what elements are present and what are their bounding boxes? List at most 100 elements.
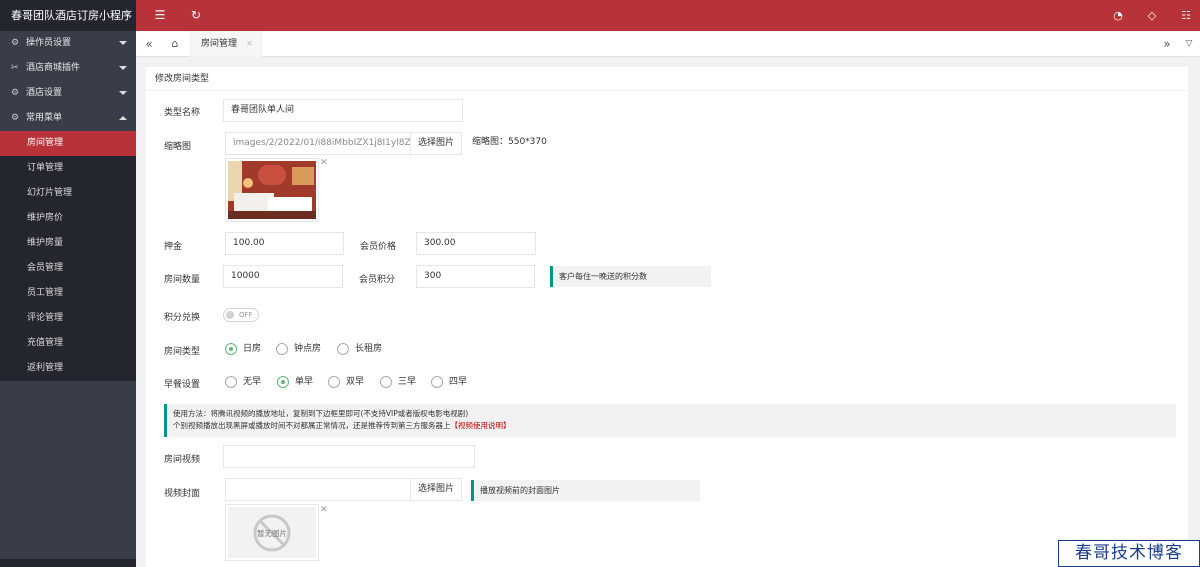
no-image-placeholder: 暂无图片 xyxy=(228,507,316,558)
room-type-long[interactable]: 长租房 xyxy=(337,342,382,358)
sidebar-group-label: 酒店商城插件 xyxy=(26,63,81,73)
home-icon[interactable]: ⌂ xyxy=(164,31,186,57)
tab-rooms[interactable]: 房间管理 ✕ xyxy=(190,31,262,57)
notice-text: 个别视频播放出现黑屏或播放时间不对都属正常情况，还是推荐传到第三方服务器上 xyxy=(173,421,451,430)
cover-path-input[interactable] xyxy=(225,478,411,501)
sidebar-group-label: 常用菜单 xyxy=(26,113,63,123)
refresh-icon[interactable]: ↻ xyxy=(184,0,208,31)
breakfast-single[interactable]: 单早 xyxy=(277,375,313,391)
chevron-down-icon[interactable]: ▽ xyxy=(1178,31,1200,57)
video-usage-notice: 使用方法：将腾讯视频的播放地址，复制到下边框里即可(不支持VIP或者版权电影电视… xyxy=(164,404,1176,437)
type-name-input[interactable]: 春哥团队单人间 xyxy=(223,99,463,122)
room-type-label: 房间类型 xyxy=(164,347,201,357)
member-points-input[interactable]: 300 xyxy=(416,265,535,288)
notice-line-2: 个别视频播放出现黑屏或播放时间不对都属正常情况，还是推荐传到第三方服务器上【视频… xyxy=(173,420,1170,432)
tab-scroll-left-icon[interactable]: « xyxy=(138,31,160,57)
tools-icon: ✂ xyxy=(11,63,19,73)
radio-circle xyxy=(337,342,349,355)
thumb-label: 缩略图 xyxy=(164,142,192,152)
gear-icon: ⚙ xyxy=(11,88,20,98)
form-card: 修改房间类型 类型名称 春哥团队单人间 缩略图 images/2/2022/01… xyxy=(146,67,1188,567)
breakfast-none[interactable]: 无早 xyxy=(225,375,261,391)
sidebar-group-plugins[interactable]: ✂ 酒店商城插件 xyxy=(0,56,136,81)
sidebar-item-prices[interactable]: 维护房价 xyxy=(0,206,136,231)
member-price-input[interactable]: 300.00 xyxy=(416,232,536,255)
tab-scroll-right-icon[interactable]: » xyxy=(1156,31,1178,57)
switch-state: OFF xyxy=(239,311,253,319)
radio-label: 日房 xyxy=(243,344,262,354)
gear-icon: ⚙ xyxy=(11,113,20,123)
points-exchange-switch[interactable]: OFF xyxy=(223,308,259,322)
sidebar-item-reviews[interactable]: 评论管理 xyxy=(0,306,136,331)
radio-label: 长租房 xyxy=(355,344,383,354)
tab-label: 房间管理 xyxy=(201,39,238,49)
watermark: 春哥技术博客 xyxy=(1058,540,1200,567)
radio-label: 四早 xyxy=(449,377,468,387)
radio-circle xyxy=(225,375,237,388)
sidebar-submenu: 房间管理 订单管理 幻灯片管理 维护房价 维护房量 会员管理 员工管理 评论管理… xyxy=(0,131,136,381)
pick-cover-button[interactable]: 选择图片 xyxy=(410,478,462,501)
gear-icon: ⚙ xyxy=(11,38,20,48)
sidebar-group-hotel[interactable]: ⚙ 酒店设置 xyxy=(0,81,136,106)
sidebar-item-staff[interactable]: 员工管理 xyxy=(0,281,136,306)
close-icon[interactable]: ✕ xyxy=(246,31,253,57)
radio-label: 钟点房 xyxy=(294,344,322,354)
chevron-down-icon xyxy=(119,91,127,95)
remove-cover-icon[interactable]: ✕ xyxy=(320,505,328,515)
pick-image-button[interactable]: 选择图片 xyxy=(410,132,462,155)
notice-line-1: 使用方法：将腾讯视频的播放地址，复制到下边框里即可(不支持VIP或者版权电影电视… xyxy=(173,409,469,418)
radio-label: 双早 xyxy=(346,377,365,387)
breakfast-quad[interactable]: 四早 xyxy=(431,375,467,391)
theme-icon[interactable]: ◔ xyxy=(1106,0,1130,31)
sidebar-group-operator[interactable]: ⚙ 操作员设置 xyxy=(0,31,136,56)
sidebar-item-rooms[interactable]: 房间管理 xyxy=(0,131,136,156)
breakfast-double[interactable]: 双早 xyxy=(328,375,364,391)
member-price-label: 会员价格 xyxy=(360,242,397,252)
thumb-path-input[interactable]: images/2/2022/01/i88iMbbIZX1j8I1yl8ZLZm xyxy=(225,132,411,155)
no-image-text: 暂无图片 xyxy=(257,529,287,538)
page-title: 修改房间类型 xyxy=(146,67,1188,91)
deposit-label: 押金 xyxy=(164,242,183,252)
sidebar-item-slides[interactable]: 幻灯片管理 xyxy=(0,181,136,206)
sidebar-group-label: 操作员设置 xyxy=(26,38,72,48)
menu-toggle-icon[interactable]: ☰ xyxy=(148,0,172,31)
sidebar-item-members[interactable]: 会员管理 xyxy=(0,256,136,281)
sidebar-item-recharge[interactable]: 充值管理 xyxy=(0,331,136,356)
scrollbar[interactable] xyxy=(1190,57,1200,567)
video-guide-link[interactable]: 【视频使用说明】 xyxy=(451,421,511,430)
remove-thumbnail-icon[interactable]: ✕ xyxy=(320,158,328,168)
room-count-label: 房间数量 xyxy=(164,275,201,285)
radio-label: 无早 xyxy=(243,377,262,387)
sidebar-item-rebate[interactable]: 返利管理 xyxy=(0,356,136,381)
tab-bar: « ⌂ 房间管理 ✕ » ▽ xyxy=(136,31,1200,57)
sidebar-filler xyxy=(0,381,136,559)
chevron-up-icon xyxy=(119,116,127,120)
radio-circle xyxy=(276,342,288,355)
sidebar-group-label: 酒店设置 xyxy=(26,88,63,98)
deposit-input[interactable]: 100.00 xyxy=(225,232,344,255)
sidebar-item-orders[interactable]: 订单管理 xyxy=(0,156,136,181)
chevron-down-icon xyxy=(119,41,127,45)
app-title: 春哥团队酒店订房小程序 xyxy=(0,0,136,31)
tag-icon[interactable]: ◇ xyxy=(1140,0,1164,31)
video-url-input[interactable] xyxy=(223,445,475,468)
breakfast-triple[interactable]: 三早 xyxy=(380,375,416,391)
cover-label: 视频封面 xyxy=(164,489,201,499)
room-type-hourly[interactable]: 钟点房 xyxy=(276,342,321,358)
room-type-day[interactable]: 日房 xyxy=(225,342,261,358)
room-count-input[interactable]: 10000 xyxy=(223,265,343,288)
breakfast-label: 早餐设置 xyxy=(164,380,201,390)
points-exchange-label: 积分兑换 xyxy=(164,313,201,323)
sidebar-group-common[interactable]: ⚙ 常用菜单 xyxy=(0,106,136,131)
points-hint: 客户每住一晚送的积分数 xyxy=(550,266,711,287)
sidebar-item-inventory[interactable]: 维护房量 xyxy=(0,231,136,256)
radio-label: 单早 xyxy=(295,377,314,387)
radio-circle xyxy=(328,375,340,388)
radio-circle xyxy=(431,375,443,388)
cover-preview: 暂无图片 xyxy=(225,504,319,561)
radio-circle xyxy=(380,375,392,388)
video-label: 房间视频 xyxy=(164,455,201,465)
radio-label: 三早 xyxy=(398,377,417,387)
settings-icon[interactable]: ☷ xyxy=(1174,0,1198,31)
thumb-size-hint: 缩略图：550*370 xyxy=(472,137,547,147)
